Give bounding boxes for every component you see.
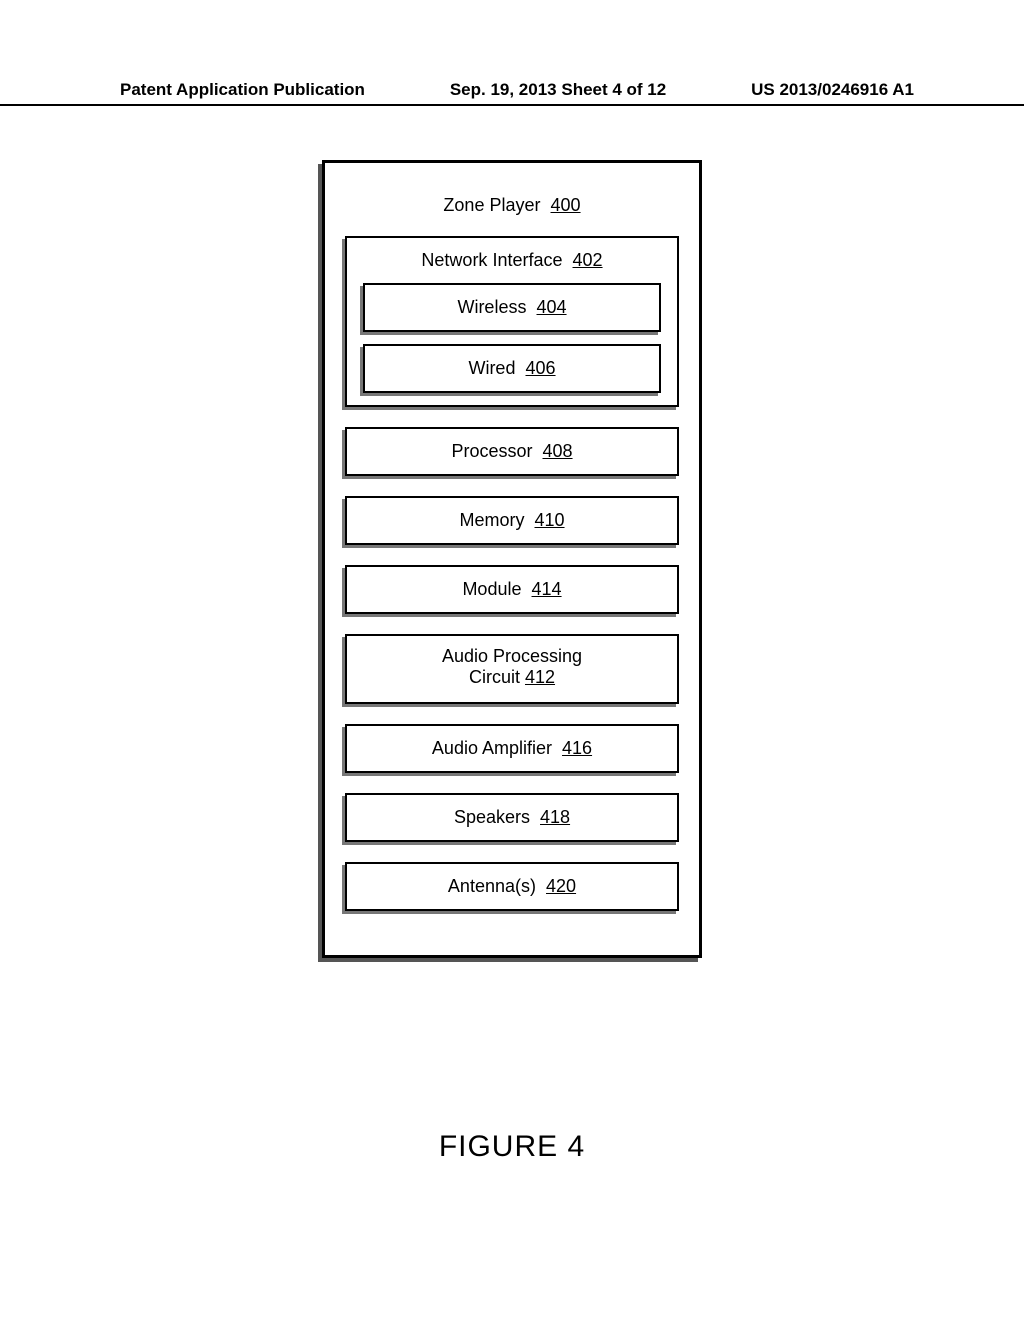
wireless-ref: 404 [537, 297, 567, 317]
audio-amplifier-label: Audio Amplifier [432, 738, 552, 758]
wireless-box: Wireless 404 [363, 283, 661, 332]
header-right: US 2013/0246916 A1 [751, 80, 914, 100]
speakers-ref: 418 [540, 807, 570, 827]
speakers-box: Speakers 418 [345, 793, 679, 842]
speakers-label: Speakers [454, 807, 530, 827]
zone-player-ref: 400 [551, 195, 581, 215]
page-header: Patent Application Publication Sep. 19, … [0, 80, 1024, 106]
wired-box: Wired 406 [363, 344, 661, 393]
module-label: Module [462, 579, 521, 599]
module-ref: 414 [532, 579, 562, 599]
network-interface-label: Network Interface [421, 250, 562, 270]
processor-ref: 408 [543, 441, 573, 461]
network-interface-ref: 402 [573, 250, 603, 270]
network-interface-box: Network Interface 402 Wireless 404 Wired… [345, 236, 679, 407]
antennas-ref: 420 [546, 876, 576, 896]
zone-player-label: Zone Player [443, 195, 540, 215]
processor-label: Processor [451, 441, 532, 461]
zone-player-box: Zone Player 400 Network Interface 402 Wi… [322, 160, 702, 958]
wireless-label: Wireless [457, 297, 526, 317]
diagram-area: Zone Player 400 Network Interface 402 Wi… [0, 160, 1024, 958]
header-center: Sep. 19, 2013 Sheet 4 of 12 [450, 80, 666, 100]
module-box: Module 414 [345, 565, 679, 614]
wired-ref: 406 [526, 358, 556, 378]
audio-processing-box: Audio Processing Circuit 412 [345, 634, 679, 704]
processor-box: Processor 408 [345, 427, 679, 476]
memory-ref: 410 [535, 510, 565, 530]
zone-player-title: Zone Player 400 [341, 195, 683, 216]
antennas-label: Antenna(s) [448, 876, 536, 896]
header-left: Patent Application Publication [120, 80, 365, 100]
figure-caption: FIGURE 4 [0, 1130, 1024, 1164]
wired-label: Wired [468, 358, 515, 378]
audio-amplifier-box: Audio Amplifier 416 [345, 724, 679, 773]
memory-box: Memory 410 [345, 496, 679, 545]
antennas-box: Antenna(s) 420 [345, 862, 679, 911]
audio-processing-label: Audio Processing [442, 646, 582, 666]
memory-label: Memory [459, 510, 524, 530]
audio-amplifier-ref: 416 [562, 738, 592, 758]
audio-processing-ref: 412 [525, 667, 555, 687]
